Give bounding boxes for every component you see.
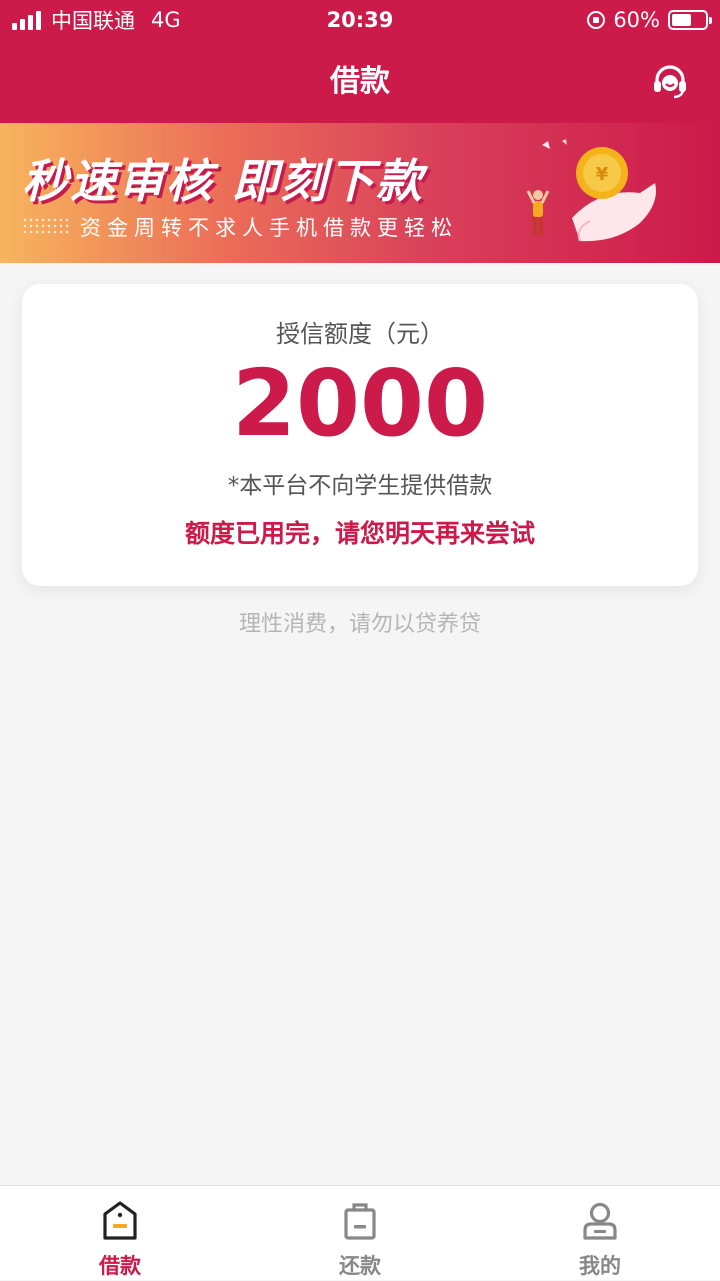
page-title: 借款 [330, 64, 390, 99]
borrow-icon [103, 1201, 137, 1240]
banner-dots [22, 217, 70, 235]
tab-repay-label: 还款 [339, 1254, 381, 1278]
tab-borrow[interactable]: 借款 [0, 1186, 240, 1281]
tab-borrow-label: 借款 [99, 1254, 141, 1278]
coin-illustration: ¥ [526, 139, 656, 242]
repay-icon [344, 1203, 376, 1240]
credit-card: 授信额度（元） 2000 *本平台不向学生提供借款 额度已用完，请您明天再来尝试 [22, 284, 698, 586]
rational-spending-tip: 理性消费，请勿以贷养贷 [238, 612, 481, 637]
nav-bar: 借款 [0, 40, 720, 123]
rotation-lock-icon [587, 11, 606, 29]
battery-icon [668, 10, 712, 30]
student-notice: *本平台不向学生提供借款 [227, 473, 493, 499]
credit-limit-label: 授信额度（元） [276, 320, 444, 348]
banner-title: 秒速审核 即刻下款 [22, 154, 425, 208]
tab-bar: 借款 还款 我的 [0, 1185, 720, 1280]
battery-percent: 60% [613, 8, 660, 32]
promo-banner[interactable]: 秒速审核 即刻下款 资金周转不求人手机借款更轻松 ¥ [0, 123, 720, 263]
headset-icon[interactable] [650, 62, 690, 102]
status-bar: 中国联通 4G 20:39 60% [0, 0, 720, 40]
banner-subtitle: 资金周转不求人手机借款更轻松 [80, 216, 458, 240]
tab-repay[interactable]: 还款 [240, 1186, 480, 1281]
battery-fill [672, 14, 692, 26]
status-right: 60% [587, 0, 712, 40]
tab-profile-label: 我的 [579, 1254, 621, 1278]
svg-text:¥: ¥ [596, 164, 609, 185]
credit-limit-amount: 2000 [231, 350, 489, 457]
tab-profile[interactable]: 我的 [480, 1186, 720, 1281]
quota-exhausted-warning: 额度已用完，请您明天再来尝试 [184, 519, 535, 548]
profile-icon [583, 1202, 617, 1240]
